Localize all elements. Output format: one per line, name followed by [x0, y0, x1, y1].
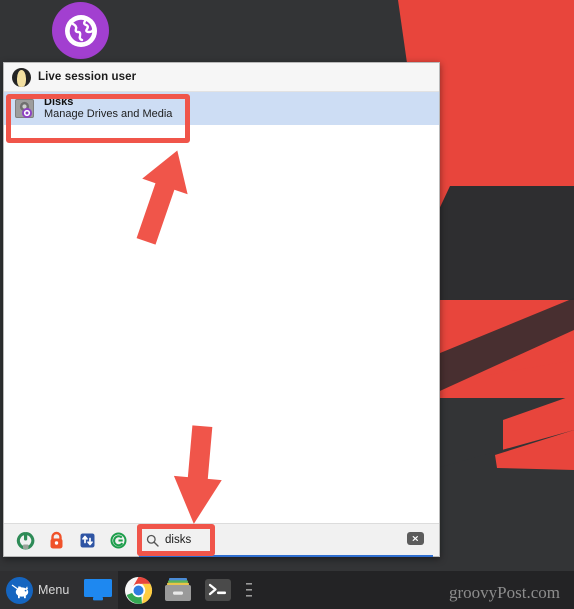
overflow-dots-glyph [246, 583, 253, 597]
globe-glyph [64, 14, 97, 47]
mint-logo-glyph [11, 584, 28, 599]
search-focus-underline [139, 555, 433, 557]
quit-glyph [16, 531, 35, 549]
watermark: groovyPost.com [449, 583, 560, 602]
overflow-menu-icon[interactable] [238, 571, 260, 609]
file-manager-icon[interactable] [158, 571, 198, 609]
switch-user-icon[interactable] [72, 527, 103, 554]
show-desktop-glyph [84, 579, 113, 601]
linux-mint-logo [6, 576, 33, 604]
menu-button[interactable]: Menu [0, 571, 79, 609]
list-item-text: Disks Manage Drives and Media [44, 95, 173, 121]
taskbar: Menu groovyPost.com [0, 571, 574, 609]
search-icon [139, 534, 165, 547]
magnifier-glyph [146, 534, 159, 547]
terminal-glyph [205, 579, 232, 601]
search-value: disks [165, 534, 192, 546]
globe-icon[interactable] [52, 2, 109, 59]
arrow-up-to-disks [136, 150, 188, 245]
session-user-label: Live session user [38, 71, 137, 83]
switch-user-glyph [80, 533, 95, 547]
show-desktop-icon[interactable] [78, 571, 119, 609]
file-manager-glyph [165, 578, 192, 601]
menu-label: Menu [38, 583, 70, 597]
clear-glyph [410, 534, 421, 543]
terminal-icon[interactable] [198, 571, 238, 609]
clear-backspace-icon[interactable] [407, 532, 424, 545]
quit-icon[interactable] [10, 527, 41, 554]
arrow-down-to-search [173, 425, 222, 524]
lock-screen-icon[interactable] [41, 527, 72, 554]
lock-glyph [50, 531, 63, 548]
logout-icon[interactable] [103, 527, 134, 554]
google-chrome-icon[interactable] [118, 571, 158, 609]
user-avatar [12, 67, 31, 87]
panel-header: Live session user [4, 63, 439, 92]
list-item-disks[interactable]: Disks Manage Drives and Media [4, 92, 439, 125]
logout-glyph [110, 532, 127, 548]
disk-drive-icon [15, 98, 37, 119]
list-item-title: Disks [44, 95, 74, 108]
disk-drive-glyph [15, 98, 34, 118]
list-item-subtitle: Manage Drives and Media [44, 107, 173, 120]
chrome-glyph [124, 576, 152, 604]
